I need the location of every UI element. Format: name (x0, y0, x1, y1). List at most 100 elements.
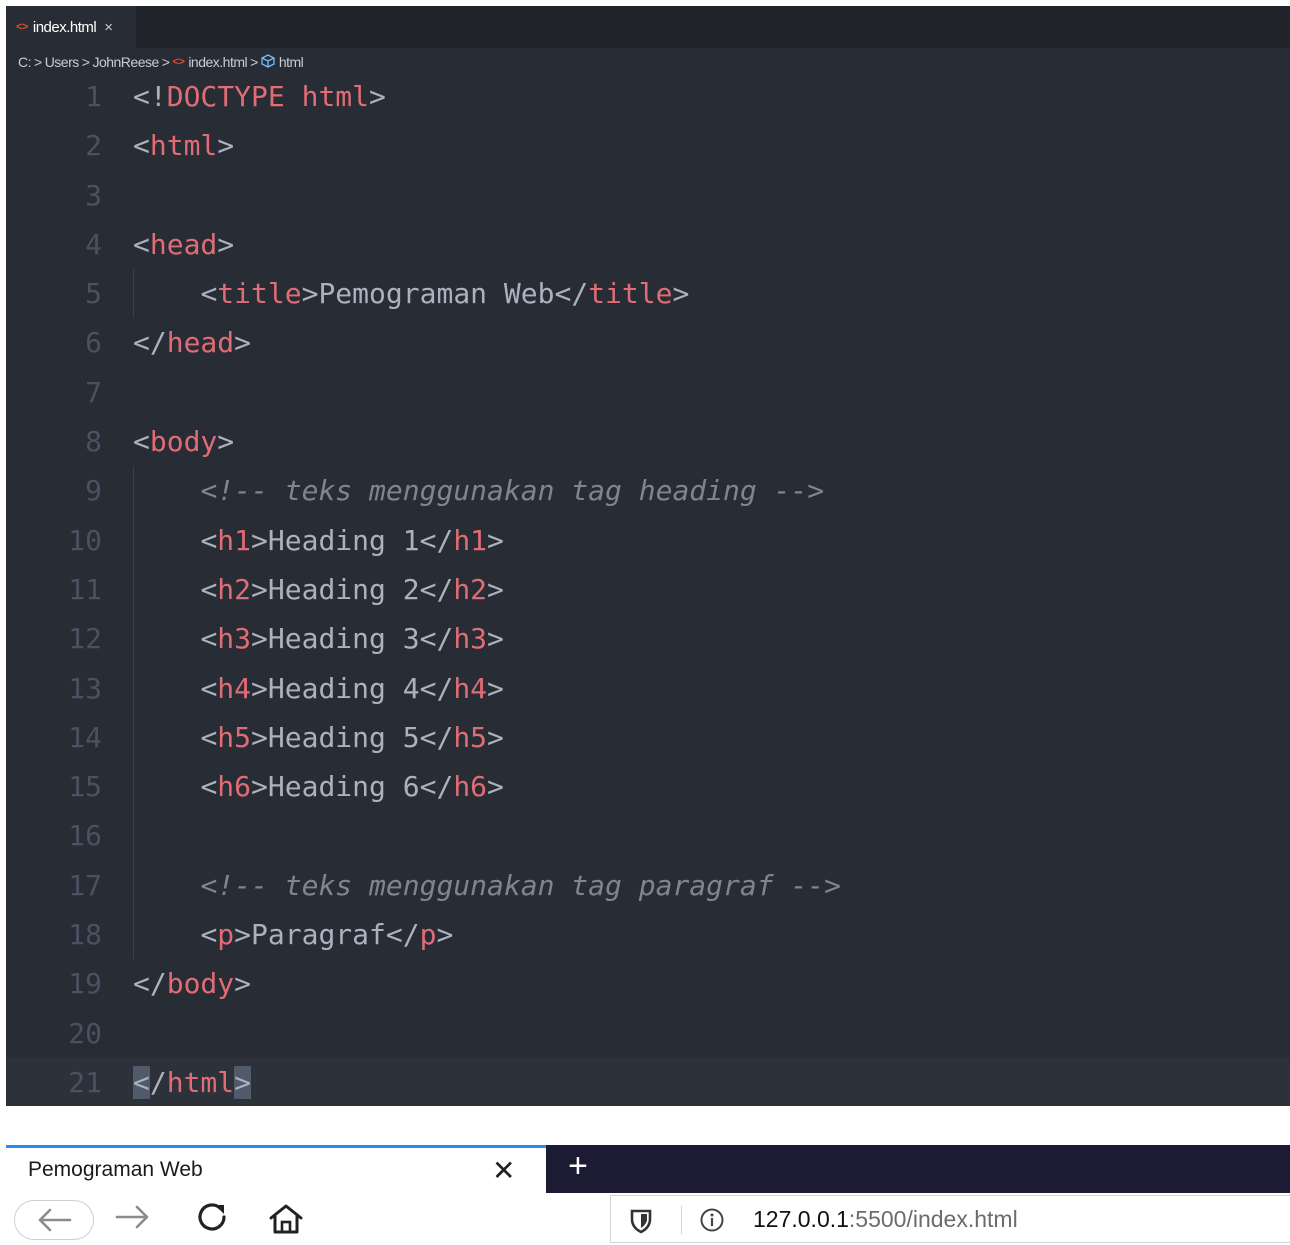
line-number: 21 (68, 1065, 102, 1099)
code-token-comment: <!-- teks menggunakan tag heading --> (200, 474, 825, 508)
matched-bracket: > (234, 1065, 252, 1099)
breadcrumb-drive[interactable]: C: (18, 54, 32, 70)
code-token: < (200, 572, 218, 606)
code-token: Heading 6 (267, 770, 420, 804)
code-token: Heading 4 (267, 671, 420, 705)
code-token-tag: body (166, 967, 235, 1001)
code-line[interactable]: 11 <h2>Heading 2</h2> (6, 564, 1290, 615)
close-icon[interactable]: × (104, 19, 113, 36)
breadcrumb-node[interactable]: html (279, 54, 304, 70)
code-token-tag: h6 (453, 770, 488, 804)
code-line[interactable]: 20 (6, 1009, 1290, 1058)
code-token: Heading 1 (267, 523, 420, 557)
code-line[interactable]: 13 <h4>Heading 4</h4> (6, 663, 1290, 713)
code-text: <h3>Heading 3</h3> (133, 614, 503, 663)
line-number: 14 (68, 720, 102, 754)
breadcrumb-file[interactable]: index.html (188, 54, 247, 70)
code-line[interactable]: 21 </html> (6, 1057, 1290, 1106)
code-line[interactable]: 4 <head> (6, 220, 1290, 269)
code-token: > (487, 770, 504, 804)
forward-arrow-icon (115, 1205, 149, 1229)
url-bar[interactable]: 127.0.0.1:5500/index.html (610, 1195, 1290, 1243)
url-host: 127.0.0.1 (753, 1206, 849, 1232)
code-token: < (133, 425, 150, 459)
code-token: > (251, 572, 268, 606)
info-icon[interactable] (699, 1207, 725, 1238)
line-number: 3 (85, 178, 102, 212)
breadcrumb-separator: > (34, 54, 42, 70)
code-token-tag: title (217, 277, 302, 311)
code-token: < (133, 129, 150, 163)
code-line[interactable]: 15 <h6>Heading 6</h6> (6, 762, 1290, 812)
file-tab-index-html[interactable]: <> index.html × (6, 6, 136, 48)
code-token: Heading 5 (267, 720, 420, 754)
code-token: </ (419, 671, 454, 705)
code-token-tag: h6 (217, 770, 252, 804)
code-line[interactable]: 3 (6, 171, 1290, 220)
code-token-comment: <!-- teks menggunakan tag paragraf --> (200, 868, 842, 902)
line-number: 5 (85, 277, 102, 311)
code-token: < (200, 277, 218, 311)
code-token: > (234, 918, 252, 952)
html-file-icon: <> (172, 56, 185, 68)
breadcrumb-users[interactable]: Users (45, 54, 80, 70)
code-line[interactable]: 12 <h3>Heading 3</h3> (6, 614, 1290, 664)
code-line[interactable]: 8 <body> (6, 417, 1290, 466)
line-number: 13 (68, 671, 102, 705)
breadcrumb-separator: > (81, 54, 90, 70)
code-token-tag: h2 (453, 572, 488, 606)
line-number: 18 (68, 918, 102, 952)
code-token: > (217, 425, 235, 459)
code-token-tag: title (588, 277, 673, 311)
line-number: 8 (85, 425, 102, 459)
code-text: <title>Pemograman Web</title> (133, 269, 689, 318)
reload-icon (198, 1203, 226, 1231)
code-line[interactable]: 9 <!-- teks menggunakan tag heading --> (6, 466, 1290, 516)
code-text: <html> (133, 121, 234, 170)
code-token-tag: DOCTYPE (166, 80, 285, 113)
back-button[interactable] (14, 1200, 94, 1240)
code-token-tag: html (301, 80, 370, 113)
line-number: 7 (85, 375, 102, 409)
browser-tab[interactable]: Pemograman Web ✕ (6, 1145, 546, 1193)
code-area[interactable]: 1 <!DOCTYPE html> 2 <html> 3 4 <head> 5 <title>… (6, 72, 1290, 1106)
cube-icon (261, 53, 275, 71)
code-line[interactable]: 19 </body> (6, 959, 1290, 1008)
code-token: < (200, 918, 218, 952)
code-line[interactable]: 17 <!-- teks menggunakan tag paragraf --… (6, 860, 1290, 911)
home-icon (269, 1204, 303, 1234)
url-text[interactable]: 127.0.0.1:5500/index.html (753, 1206, 1018, 1233)
code-token: </ (419, 622, 454, 656)
close-icon[interactable]: ✕ (492, 1154, 515, 1187)
code-token: > (234, 967, 252, 1001)
browser-tab-title: Pemograman Web (28, 1158, 203, 1181)
code-token: > (251, 770, 268, 804)
shield-icon[interactable] (629, 1208, 653, 1239)
code-token: </ (419, 572, 454, 606)
code-line[interactable]: 1 <!DOCTYPE html> (6, 72, 1290, 121)
back-arrow-icon (38, 1208, 72, 1232)
code-line[interactable]: 10 <h1>Heading 1</h1> (6, 515, 1290, 565)
forward-button[interactable] (113, 1197, 153, 1245)
code-line[interactable]: 14 <h5>Heading 5</h5> (6, 712, 1290, 763)
breadcrumb-user[interactable]: JohnReese (92, 54, 159, 70)
code-line[interactable]: 5 <title>Pemograman Web</title> (6, 269, 1290, 319)
home-button[interactable] (268, 1203, 304, 1240)
code-line[interactable]: 7 (6, 368, 1290, 417)
plus-icon[interactable]: + (568, 1147, 588, 1186)
code-line[interactable]: 2 <html> (6, 121, 1290, 170)
code-line[interactable]: 6 </head> (6, 318, 1290, 367)
code-line[interactable]: 16 (6, 811, 1290, 861)
code-token: > (217, 227, 235, 261)
code-token-tag: h1 (217, 523, 252, 557)
line-number: 6 (85, 326, 102, 360)
code-token: Heading 3 (267, 622, 420, 656)
code-token-tag: html (149, 129, 218, 163)
code-token: > (487, 720, 504, 754)
code-token: <! (133, 80, 167, 113)
reload-button[interactable] (192, 1197, 232, 1245)
code-line[interactable]: 18 <p>Paragraf</p> (6, 910, 1290, 960)
